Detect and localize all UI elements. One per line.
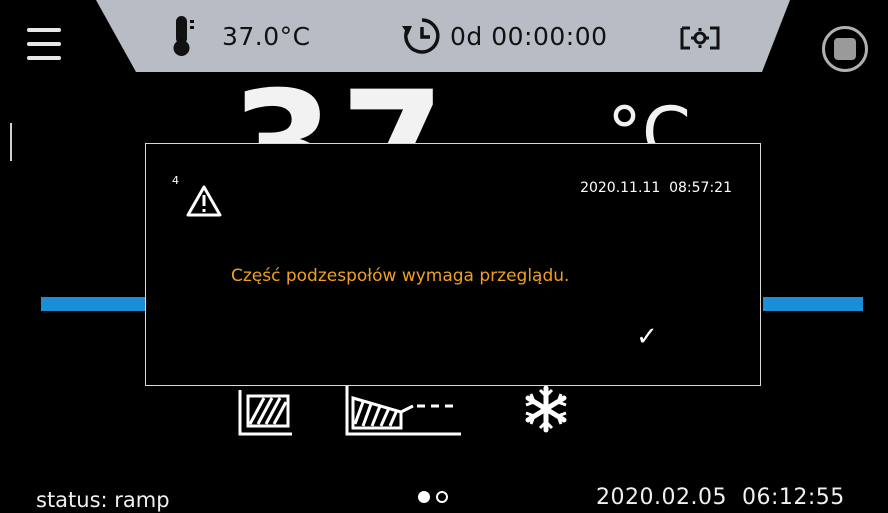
status-label: status: ramp bbox=[36, 488, 170, 512]
alarm-dialog: 4 2020.11.11 08:57:21 Część podzespołów … bbox=[145, 143, 761, 386]
stop-icon bbox=[834, 38, 856, 60]
current-datetime: 2020.02.05 06:12:55 bbox=[596, 485, 845, 510]
program-timer: 0d 00:00:00 bbox=[450, 22, 608, 51]
temperature-setpoint: 37.0°C bbox=[222, 22, 311, 51]
cooling-snowflake-icon[interactable] bbox=[521, 384, 571, 438]
page-dot-active[interactable] bbox=[418, 491, 430, 503]
page-dot-inactive[interactable] bbox=[436, 491, 448, 503]
menu-button[interactable] bbox=[27, 26, 61, 64]
side-indicator bbox=[10, 123, 12, 161]
page-indicator[interactable] bbox=[418, 488, 454, 507]
warning-icon bbox=[186, 184, 222, 222]
alarm-message: Część podzespołów wymaga przeglądu. bbox=[231, 266, 570, 286]
alarm-number: 4 bbox=[172, 174, 179, 187]
stop-button[interactable] bbox=[822, 26, 868, 72]
progress-bar-left bbox=[41, 297, 151, 311]
ramp-mode-icon[interactable] bbox=[345, 384, 463, 440]
thermometer-icon bbox=[172, 14, 196, 62]
confirm-button[interactable]: ✓ bbox=[632, 322, 662, 352]
alarm-timestamp: 2020.11.11 08:57:21 bbox=[580, 180, 732, 196]
timer-icon bbox=[400, 14, 444, 62]
progress-bar-right bbox=[763, 297, 863, 311]
settings-screen-icon[interactable] bbox=[680, 26, 720, 54]
heating-mode-icon[interactable] bbox=[238, 386, 294, 440]
